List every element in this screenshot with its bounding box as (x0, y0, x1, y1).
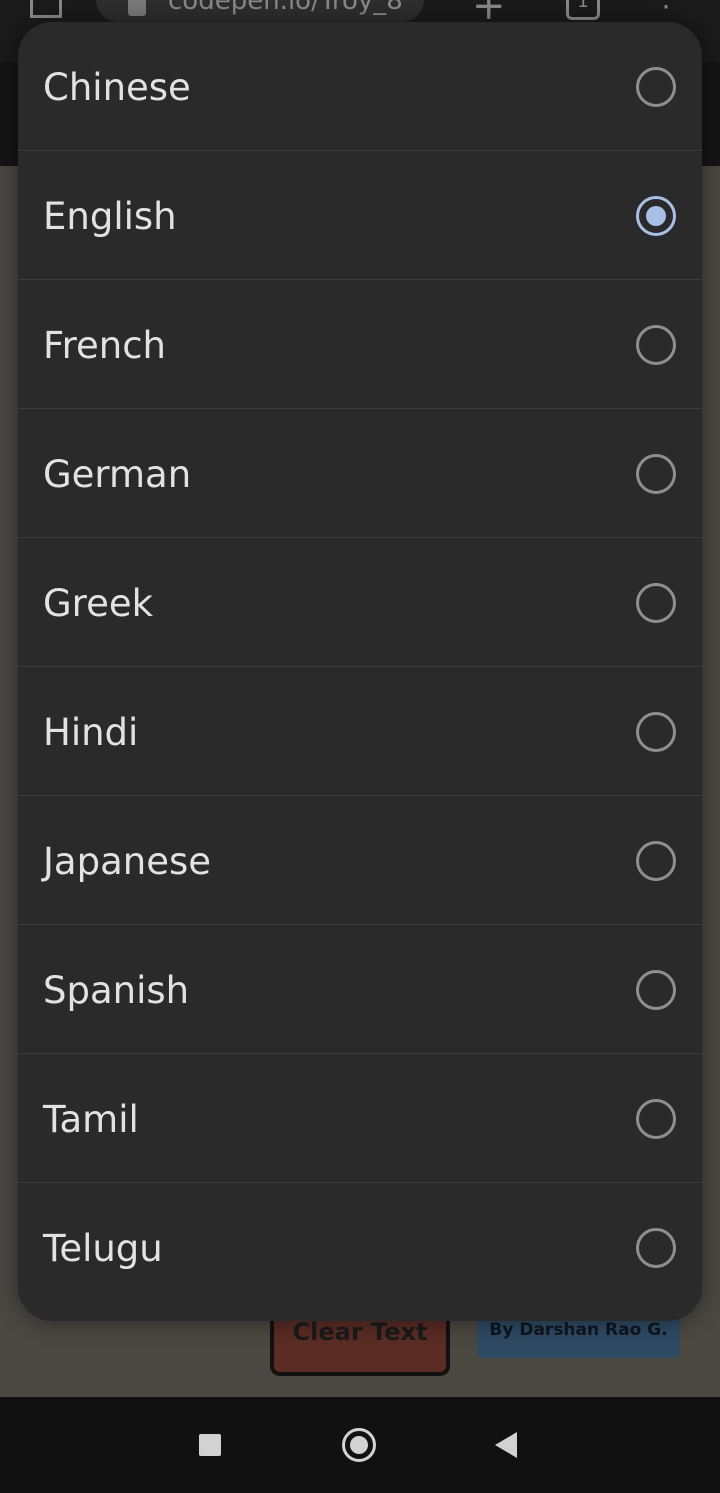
radio-button-unchecked[interactable] (636, 841, 676, 881)
recents-icon[interactable] (199, 1434, 221, 1456)
language-option[interactable]: Tamil (18, 1054, 702, 1183)
language-option-label: Hindi (43, 711, 139, 754)
address-text: codepen.io/Troy_8 (168, 0, 403, 16)
back-icon[interactable] (495, 1432, 517, 1458)
language-option-label: German (43, 453, 192, 496)
home-icon[interactable] (30, 0, 62, 18)
radio-button-unchecked[interactable] (636, 454, 676, 494)
overflow-menu-icon[interactable]: ⋮ (652, 0, 680, 16)
radio-button-unchecked[interactable] (636, 970, 676, 1010)
radio-button-checked[interactable] (636, 196, 676, 236)
language-option-label: English (43, 195, 177, 238)
language-select-dialog: Chinese English French German Greek Hind… (18, 22, 702, 1321)
tab-switcher-button[interactable]: 1 (566, 0, 600, 20)
language-option-label: Tamil (43, 1098, 139, 1141)
language-option[interactable]: German (18, 409, 702, 538)
radio-button-unchecked[interactable] (636, 712, 676, 752)
lock-icon (128, 0, 146, 16)
language-option-label: Japanese (43, 840, 211, 883)
author-badge: By Darshan Rao G. (477, 1318, 680, 1358)
language-option[interactable]: Spanish (18, 925, 702, 1054)
radio-button-unchecked[interactable] (636, 67, 676, 107)
radio-button-unchecked[interactable] (636, 1099, 676, 1139)
language-option[interactable]: Japanese (18, 796, 702, 925)
language-option-label: French (43, 324, 166, 367)
language-option[interactable]: Telugu (18, 1183, 702, 1312)
language-option-label: Greek (43, 582, 154, 625)
radio-button-unchecked[interactable] (636, 325, 676, 365)
language-option-label: Telugu (43, 1227, 163, 1270)
clear-text-button[interactable]: Clear Text (270, 1318, 450, 1376)
language-option[interactable]: Hindi (18, 667, 702, 796)
radio-button-unchecked[interactable] (636, 1228, 676, 1268)
radio-button-unchecked[interactable] (636, 583, 676, 623)
language-option[interactable]: French (18, 280, 702, 409)
language-option-label: Chinese (43, 66, 191, 109)
language-option[interactable]: Greek (18, 538, 702, 667)
new-tab-icon[interactable]: + (472, 0, 506, 26)
language-option[interactable]: Chinese (18, 22, 702, 151)
home-icon[interactable] (342, 1428, 376, 1462)
language-option[interactable]: English (18, 151, 702, 280)
language-option-label: Spanish (43, 969, 190, 1012)
